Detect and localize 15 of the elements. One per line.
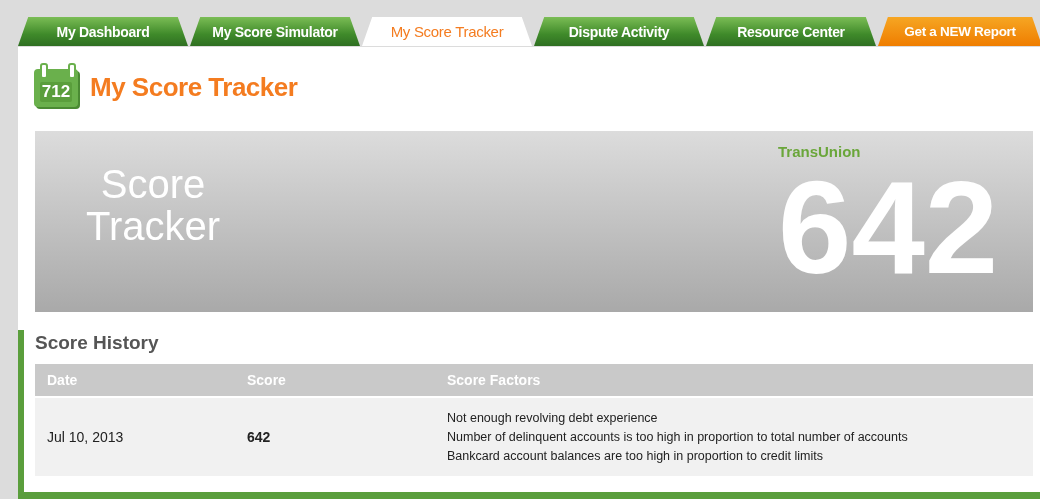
score-factor: Number of delinquent accounts is too high in proportion to total number of accounts: [447, 430, 909, 444]
date-cell-text: Jul 10, 2013: [46, 429, 125, 445]
credit-score: 642: [778, 162, 1000, 294]
section-title: Score History: [35, 332, 160, 354]
score-factor: Not enough revolving debt experience: [447, 411, 659, 425]
page-title: My Score Tracker: [90, 71, 298, 103]
nav-tab[interactable]: Get a NEW Report: [878, 17, 1040, 46]
bureau-name: TransUnion: [778, 143, 862, 160]
nav-tab[interactable]: My Score Tracker: [362, 17, 532, 46]
nav-tab[interactable]: Resource Center: [706, 17, 876, 46]
nav-tab[interactable]: Dispute Activity: [534, 17, 704, 46]
nav-tab[interactable]: My Dashboard: [18, 17, 188, 46]
score-factor: Bankcard account balances are too high in proportion to credit limits: [447, 449, 824, 463]
nav-tab[interactable]: My Score Simulator: [190, 17, 360, 46]
score-cell-text: 642: [247, 429, 272, 445]
